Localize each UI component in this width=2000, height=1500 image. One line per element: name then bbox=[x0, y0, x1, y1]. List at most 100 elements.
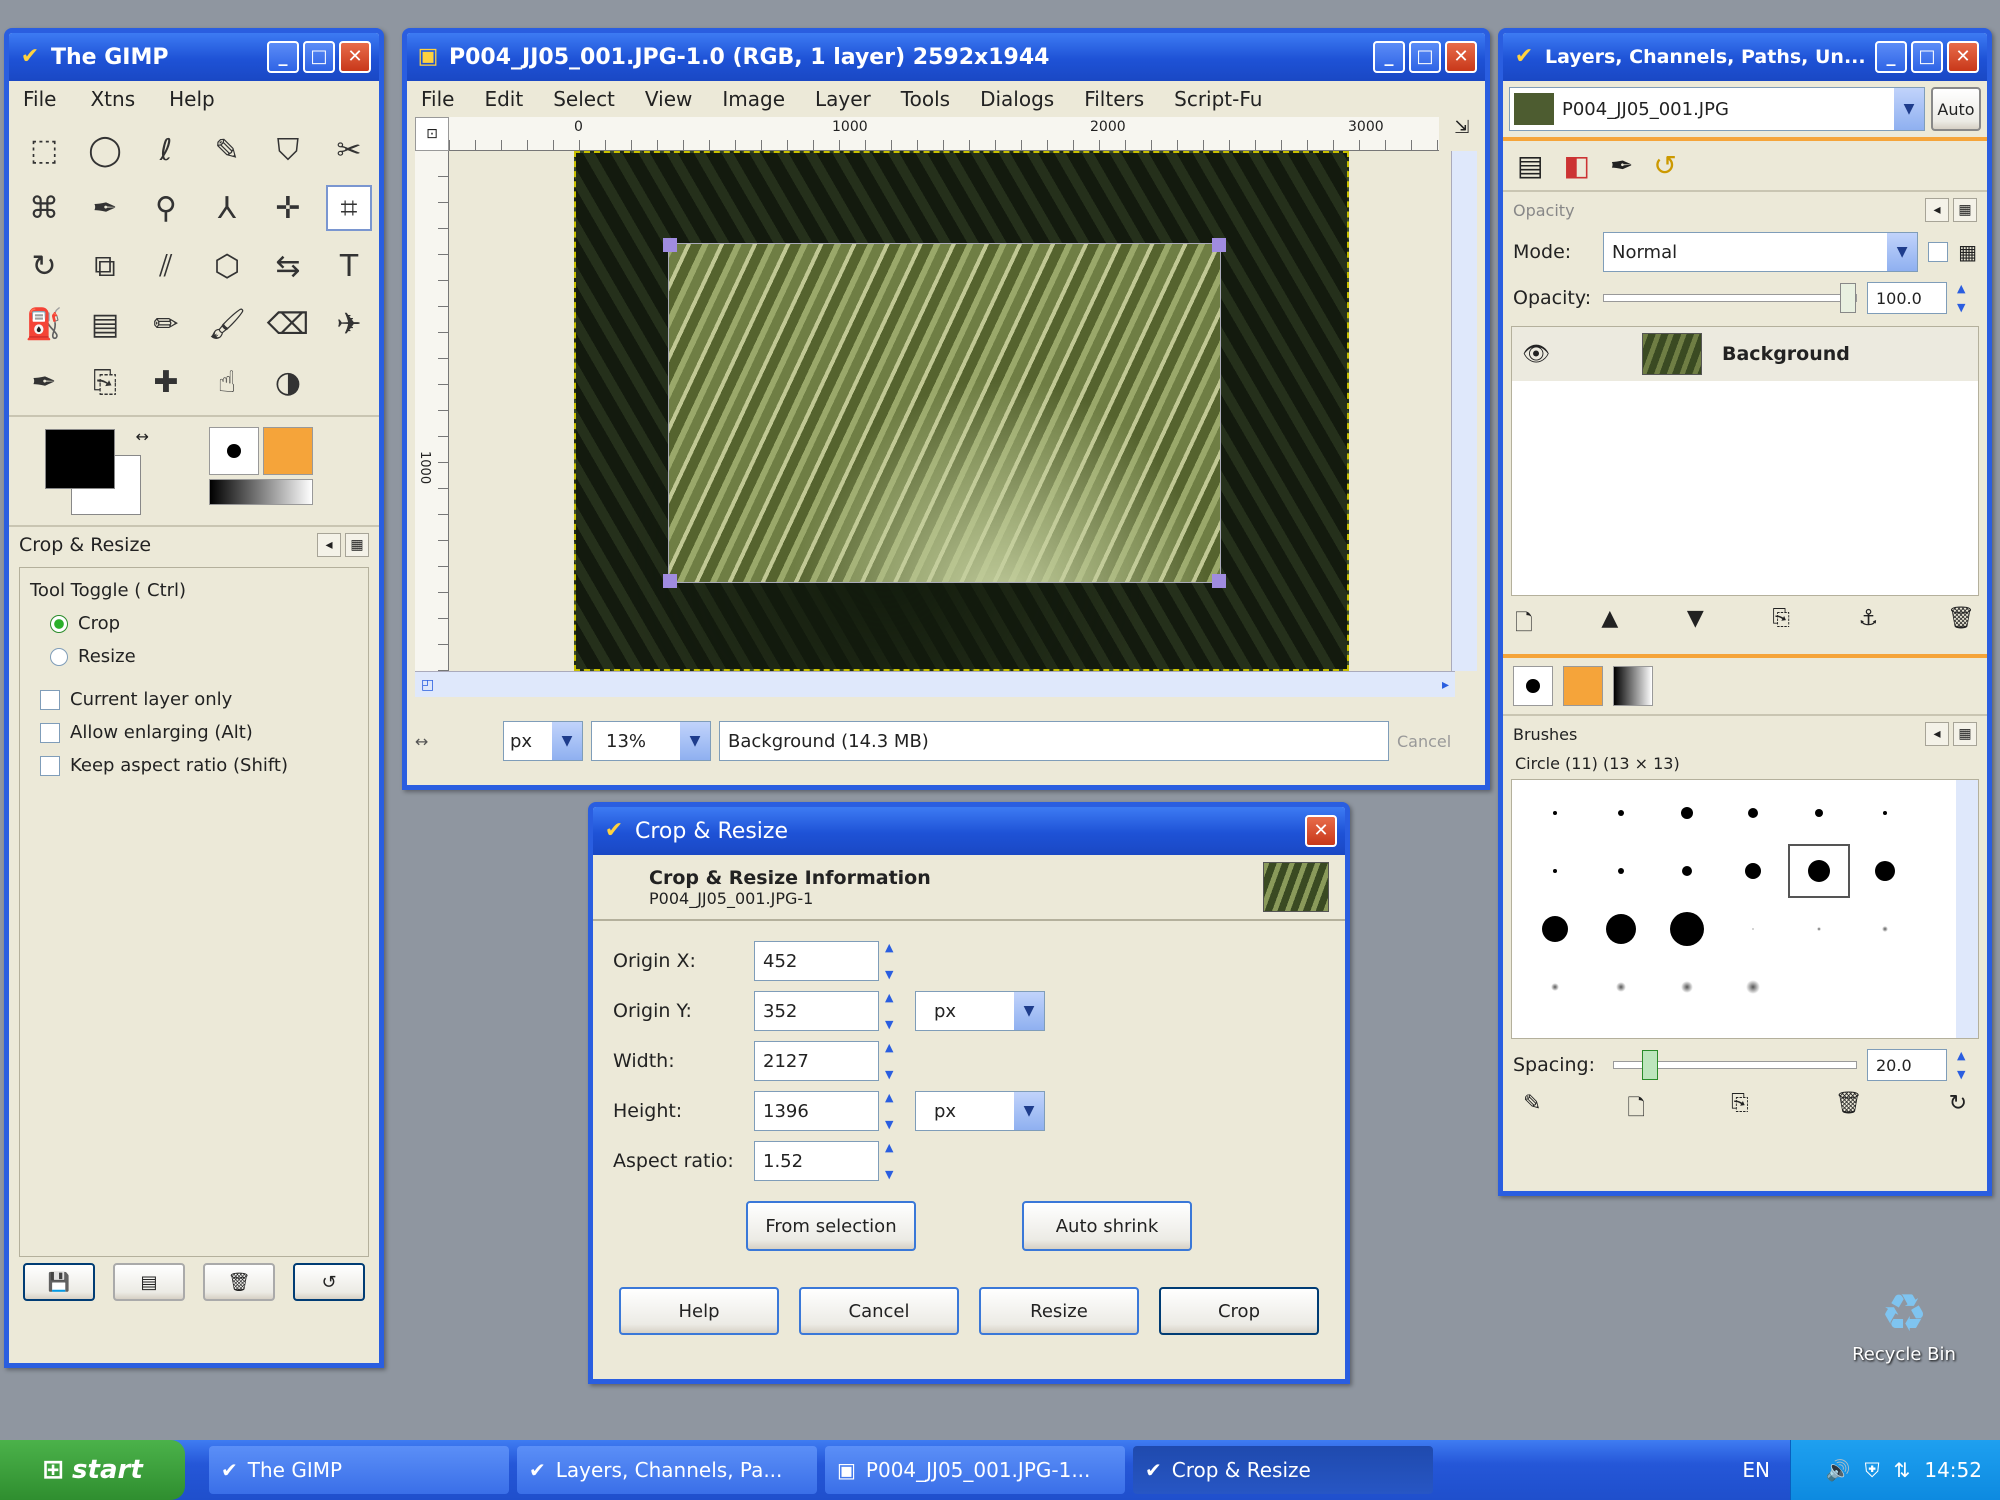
brush-item[interactable] bbox=[1588, 958, 1654, 1016]
brush-item[interactable] bbox=[1852, 900, 1918, 958]
image-canvas[interactable] bbox=[574, 151, 1349, 671]
network-icon[interactable]: ⇅ bbox=[1894, 1458, 1911, 1482]
brush-item[interactable] bbox=[1720, 784, 1786, 842]
paintbrush-icon[interactable]: 🖌 bbox=[204, 301, 250, 347]
unit-select[interactable]: px ▼ bbox=[915, 991, 1045, 1031]
image-menu-view[interactable]: View bbox=[645, 87, 692, 111]
brush-item[interactable] bbox=[1588, 900, 1654, 958]
crop-button[interactable]: Crop bbox=[1159, 1287, 1319, 1335]
ruler-corner[interactable]: ⊡ bbox=[415, 117, 449, 151]
brush-item[interactable] bbox=[1522, 784, 1588, 842]
zoom-combo[interactable]: 13% ▼ bbox=[591, 721, 711, 761]
toolbox-titlebar[interactable]: ✔ The GIMP _ □ ✕ bbox=[9, 33, 379, 81]
brush-item[interactable] bbox=[1654, 842, 1720, 900]
scroll-right-icon[interactable]: ▸ bbox=[1442, 677, 1449, 693]
fuzzy-select-icon[interactable]: ✎ bbox=[204, 127, 250, 173]
cancel-button[interactable]: Cancel bbox=[799, 1287, 959, 1335]
flip-icon[interactable]: ⇆ bbox=[265, 243, 311, 289]
anchor-layer-icon[interactable]: ⚓ bbox=[1859, 606, 1879, 644]
spacing-spinner[interactable]: ▲ ▼ bbox=[1957, 1049, 1977, 1081]
clone-icon[interactable]: ⎘ bbox=[82, 359, 128, 405]
airbrush-icon[interactable]: ✈ bbox=[326, 301, 372, 347]
layers-titlebar[interactable]: ✔ Layers, Channels, Paths, Un... _ □ ✕ bbox=[1503, 33, 1987, 81]
brushes-config[interactable]: ▦ bbox=[1953, 722, 1977, 746]
brush-item[interactable] bbox=[1786, 842, 1852, 900]
rotate-icon[interactable]: ↻ bbox=[21, 243, 67, 289]
horizontal-scrollbar[interactable]: ◰ ▸ bbox=[415, 671, 1455, 697]
opacity-value[interactable]: 100.0 bbox=[1867, 282, 1947, 314]
tab-brushes[interactable] bbox=[1513, 666, 1553, 706]
brush-indicator[interactable] bbox=[209, 427, 259, 475]
layer-mode-combo[interactable]: Normal ▼ bbox=[1603, 232, 1919, 272]
crop-field-input[interactable]: 352 bbox=[754, 991, 879, 1031]
image-minimize-button[interactable]: _ bbox=[1373, 41, 1405, 73]
raise-layer-icon[interactable]: ▲ bbox=[1601, 606, 1618, 644]
paths-icon[interactable]: ⌘ bbox=[21, 185, 67, 231]
scissors-icon[interactable]: ✂ bbox=[326, 127, 372, 173]
brush-item[interactable] bbox=[1720, 958, 1786, 1016]
edit-brush-icon[interactable]: ✎ bbox=[1523, 1091, 1541, 1129]
rect-select-icon[interactable]: ⬚ bbox=[21, 127, 67, 173]
duplicate-layer-icon[interactable]: ⎘ bbox=[1772, 606, 1790, 644]
task-image[interactable]: ▣ P004_JJ05_001.JPG-1... bbox=[825, 1446, 1125, 1494]
crop-field-spinner[interactable]: ▲ ▼ bbox=[885, 1041, 905, 1081]
delete-layer-icon[interactable]: 🗑 bbox=[1947, 606, 1975, 644]
dock-maximize-button[interactable]: □ bbox=[1911, 41, 1943, 73]
crop-field-spinner[interactable]: ▲ ▼ bbox=[885, 1091, 905, 1131]
cancel-status-button[interactable]: Cancel bbox=[1397, 732, 1477, 751]
spacing-slider-thumb[interactable] bbox=[1642, 1050, 1659, 1080]
layers-config[interactable]: ▦ bbox=[1953, 198, 1977, 222]
tab-patterns[interactable] bbox=[1563, 666, 1603, 706]
crop-field-input[interactable]: 1396 bbox=[754, 1091, 879, 1131]
zoom-icon[interactable]: ⚲ bbox=[143, 185, 189, 231]
bucket-fill-icon[interactable]: ⛽ bbox=[21, 301, 67, 347]
opacity-spinner[interactable]: ▲ ▼ bbox=[1957, 282, 1977, 314]
image-menu-image[interactable]: Image bbox=[722, 87, 785, 111]
navigate-icon[interactable]: ⇲ bbox=[1447, 117, 1477, 151]
smudge-icon[interactable]: ☝ bbox=[204, 359, 250, 405]
crop-field-spinner[interactable]: ▲ ▼ bbox=[885, 991, 905, 1031]
vertical-ruler[interactable]: 1000 bbox=[415, 151, 449, 671]
foreground-color-swatch[interactable] bbox=[45, 429, 115, 489]
toolbox-menu-xtns[interactable]: Xtns bbox=[90, 87, 135, 111]
maximize-button[interactable]: □ bbox=[303, 41, 335, 73]
pattern-indicator[interactable] bbox=[263, 427, 313, 475]
crop-dialog-close-button[interactable]: ✕ bbox=[1305, 815, 1337, 847]
measure-icon[interactable]: ⅄ bbox=[204, 185, 250, 231]
task-layers[interactable]: ✔ Layers, Channels, Pa... bbox=[517, 1446, 817, 1494]
brush-item[interactable] bbox=[1588, 842, 1654, 900]
canvas-area[interactable] bbox=[449, 151, 1439, 671]
task-crop-dialog[interactable]: ✔ Crop & Resize bbox=[1133, 1446, 1433, 1494]
crop-field-input[interactable]: 452 bbox=[754, 941, 879, 981]
volume-icon[interactable]: 🔊 bbox=[1826, 1458, 1851, 1482]
image-menu-file[interactable]: File bbox=[421, 87, 454, 111]
help-button[interactable]: Help bbox=[619, 1287, 779, 1335]
image-menu-select[interactable]: Select bbox=[553, 87, 615, 111]
lasso-icon[interactable]: ℓ bbox=[143, 127, 189, 173]
start-button[interactable]: ⊞ start bbox=[0, 1440, 185, 1500]
mode-crop-radio[interactable]: Crop bbox=[20, 607, 368, 640]
image-menu-layer[interactable]: Layer bbox=[815, 87, 871, 111]
lock-icon[interactable]: ▦ bbox=[1958, 240, 1977, 264]
eye-icon[interactable]: 👁 bbox=[1522, 342, 1562, 367]
brush-item[interactable] bbox=[1852, 842, 1918, 900]
brush-item[interactable] bbox=[1852, 784, 1918, 842]
unit-select[interactable]: px ▼ bbox=[915, 1091, 1045, 1131]
layer-row[interactable]: 👁 Background bbox=[1512, 327, 1978, 381]
image-titlebar[interactable]: ▣ P004_JJ05_001.JPG-1.0 (RGB, 1 layer) 2… bbox=[407, 33, 1485, 81]
crop-selection[interactable] bbox=[663, 238, 1226, 588]
new-brush-icon[interactable]: 🗋 bbox=[1627, 1091, 1645, 1129]
delete-options-icon[interactable]: 🗑 bbox=[203, 1263, 275, 1301]
crop-dialog-titlebar[interactable]: ✔ Crop & Resize ✕ bbox=[593, 807, 1345, 855]
duplicate-brush-icon[interactable]: ⎘ bbox=[1731, 1091, 1749, 1129]
gradient-indicator[interactable] bbox=[209, 479, 313, 505]
crop-field-spinner[interactable]: ▲ ▼ bbox=[885, 1141, 905, 1181]
ink-icon[interactable]: ✒ bbox=[21, 359, 67, 405]
brushes-tab-menu[interactable]: ◂ bbox=[1925, 722, 1949, 746]
brush-item[interactable] bbox=[1720, 900, 1786, 958]
new-layer-icon[interactable]: 🗋 bbox=[1515, 606, 1533, 644]
toolbox-menu-file[interactable]: File bbox=[23, 87, 56, 111]
move-icon[interactable]: ✛ bbox=[265, 185, 311, 231]
unit-combo[interactable]: px ▼ bbox=[503, 721, 583, 761]
opacity-slider[interactable] bbox=[1603, 283, 1857, 313]
